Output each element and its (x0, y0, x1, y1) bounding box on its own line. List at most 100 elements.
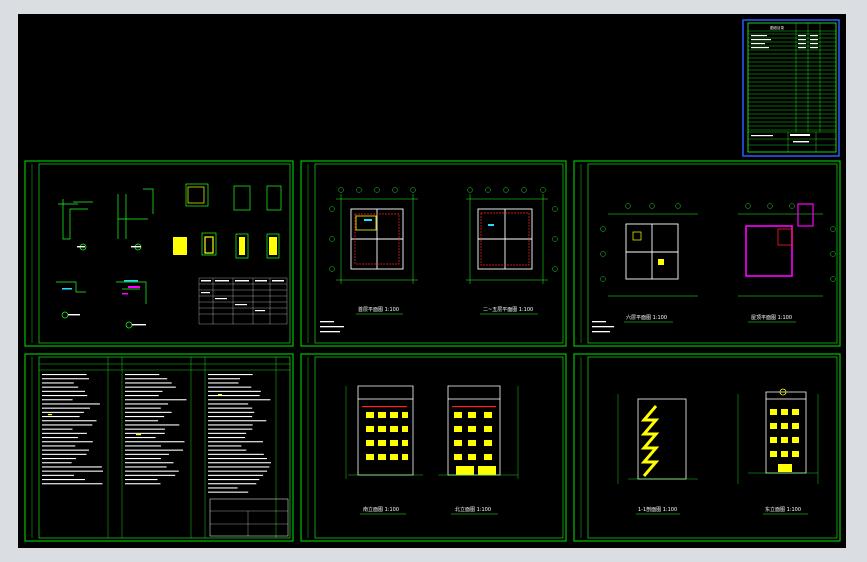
note-line (42, 382, 74, 384)
note-line (125, 479, 158, 481)
cad-drawing: 图纸目录 首层平面图 1:100 二~五层平面图 1:100 六层平面图 1:1… (24, 19, 841, 542)
index-sheet[interactable]: 图纸目录 (742, 19, 840, 157)
note-line (125, 390, 163, 392)
note-line (125, 437, 156, 439)
sheet-plans2-frame[interactable] (573, 160, 841, 347)
note-line (208, 424, 253, 426)
note-line (125, 411, 172, 413)
note-line (125, 449, 183, 451)
note-line (208, 432, 247, 434)
note-line (125, 462, 174, 464)
note-line (42, 445, 76, 447)
plan-caption-3: 六层平面图 1:100 (626, 314, 667, 321)
note-line (208, 453, 264, 455)
note-line (42, 411, 84, 413)
note-line (125, 407, 161, 409)
note-line (208, 487, 238, 489)
note-line (125, 420, 159, 422)
note-line (208, 390, 261, 392)
elevation-caption-3: 东立面图 1:100 (765, 506, 801, 513)
note-line (208, 420, 267, 422)
note-line (208, 399, 271, 401)
note-line (42, 424, 93, 426)
note-line (42, 403, 100, 405)
note-line (208, 445, 242, 447)
section-caption: 1-1剖面图 1:100 (638, 506, 677, 513)
note-line (125, 470, 179, 472)
cad-drawing-canvas[interactable]: 图纸目录 首层平面图 1:100 二~五层平面图 1:100 六层平面图 1:1… (18, 14, 846, 548)
note-line (208, 416, 253, 418)
note-line (42, 458, 76, 460)
note-line (208, 458, 267, 460)
note-line (42, 432, 87, 434)
note-line (125, 428, 165, 430)
note-line (42, 449, 89, 451)
sheet-details (56, 183, 288, 329)
note-line (42, 474, 74, 476)
note-line (125, 399, 187, 401)
note-line (125, 445, 161, 447)
note-line (208, 407, 253, 409)
note-line (42, 390, 85, 392)
note-line (42, 395, 88, 397)
note-line (125, 374, 160, 376)
note-line (42, 399, 73, 401)
note-line (125, 458, 161, 460)
note-line (42, 470, 103, 472)
sheet-notes (39, 357, 290, 538)
plan-caption-4: 屋顶平面图 1:100 (751, 315, 792, 321)
note-line (125, 403, 169, 405)
note-line (42, 428, 73, 430)
note-line (42, 407, 90, 409)
note-line (208, 411, 255, 413)
note-line (125, 432, 165, 434)
note-line (125, 378, 168, 380)
note-line (208, 403, 249, 405)
note-line (125, 483, 161, 485)
plan-caption-2: 二~五层平面图 1:100 (483, 307, 533, 313)
note-line (42, 386, 79, 388)
note-line (125, 386, 176, 388)
note-line (208, 386, 252, 388)
note-line (42, 420, 97, 422)
index-title: 图纸目录 (770, 25, 784, 30)
note-line (208, 395, 260, 397)
note-line (42, 416, 80, 418)
elevation-caption-1: 南立面图 1:100 (363, 506, 399, 513)
note-line (125, 395, 159, 397)
sheet-elevations-1: 南立面图 1:100 北立面图 1:100 (345, 385, 519, 515)
plan-caption-1: 首层平面图 1:100 (358, 306, 399, 313)
note-line (208, 437, 246, 439)
sheet-floor-plans-2: 六层平面图 1:100 屋顶平面图 1:100 (592, 203, 836, 333)
note-line (208, 374, 253, 376)
note-line (208, 378, 240, 380)
elevation-caption-2: 北立面图 1:100 (455, 506, 491, 513)
note-line (125, 453, 169, 455)
note-line (125, 416, 165, 418)
note-line (125, 424, 180, 426)
note-line (42, 466, 102, 468)
note-line (42, 441, 93, 443)
sheet-elevations-2: 1-1剖面图 1:100 东立面图 1:100 (617, 388, 819, 515)
note-line (42, 483, 103, 485)
sheet-notes-frame[interactable] (24, 353, 294, 542)
note-line (208, 479, 260, 481)
note-line (42, 453, 87, 455)
note-line (208, 466, 270, 468)
note-line (125, 382, 172, 384)
note-line (208, 470, 268, 472)
note-line (208, 382, 239, 384)
note-line (125, 441, 185, 443)
sheet-elev1-frame[interactable] (300, 353, 567, 542)
note-line (42, 479, 85, 481)
sheet-floor-plans-1: 首层平面图 1:100 二~五层平面图 1:100 (320, 187, 558, 333)
note-line (208, 428, 253, 430)
note-line (42, 378, 89, 380)
note-line (42, 374, 87, 376)
note-line (208, 491, 249, 493)
note-line (208, 449, 247, 451)
note-line (208, 474, 264, 476)
note-line (125, 474, 176, 476)
note-line (208, 462, 271, 464)
note-line (208, 483, 257, 485)
